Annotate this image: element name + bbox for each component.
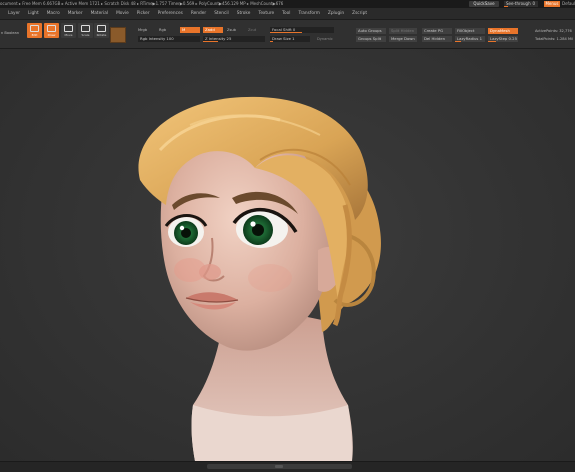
see-through-value: 0 (532, 1, 535, 6)
lazy-step-slider[interactable]: LazyStep 0.25 (488, 36, 518, 42)
fill-object-button[interactable]: FillObject (455, 28, 485, 34)
default-button[interactable]: Defaul (562, 1, 575, 7)
material-swatch[interactable] (110, 27, 126, 43)
m-button[interactable]: M (180, 27, 200, 33)
lazy-step-fill (488, 41, 496, 42)
menu-item[interactable]: Stencil (214, 8, 229, 19)
menu-item[interactable]: Macro (47, 8, 60, 19)
menu-item[interactable]: Marker (68, 8, 83, 19)
bottom-bar (0, 461, 575, 472)
z-intensity-fill (203, 41, 218, 42)
menu-item[interactable]: Preferences (158, 8, 183, 19)
status-text: ocument ▸ Free Mem 6.667GB ▸ Active Mem … (0, 1, 284, 6)
zadd-button[interactable]: Zadd (203, 27, 223, 33)
zcut-button[interactable]: Zcut (248, 28, 256, 32)
menu-item[interactable]: Light (28, 8, 39, 19)
status-bar: ocument ▸ Free Mem 6.667GB ▸ Active Mem … (0, 0, 575, 8)
boolean-label: n Boolean (1, 31, 19, 35)
menus-button[interactable]: Menus (544, 1, 560, 7)
dynamesh-button[interactable]: DynaMesh (488, 28, 518, 34)
draw-tool-button[interactable]: Draw (44, 23, 59, 38)
canvas-viewport[interactable] (0, 49, 575, 461)
scale-icon (81, 25, 90, 32)
menu-item[interactable]: Tool (282, 8, 290, 19)
menu-item[interactable]: Texture (258, 8, 274, 19)
zsub-button[interactable]: Zsub (227, 28, 236, 32)
scale-tool-button[interactable]: Scale (78, 23, 93, 38)
lazy-radius-fill (455, 41, 461, 42)
auto-groups-button[interactable]: Auto Groups (356, 28, 386, 34)
draw-tool-label: Draw (47, 33, 56, 37)
draw-icon (47, 25, 56, 32)
edit-tool-label: Edit (31, 33, 38, 37)
groups-split-button[interactable]: Groups Split (356, 36, 386, 42)
menu-item[interactable]: Material (91, 8, 108, 19)
menu-item[interactable]: Transform (299, 8, 320, 19)
draw-size-label: Draw Size 1 (272, 36, 295, 41)
menu-item[interactable]: Render (191, 8, 206, 19)
mrgb-label[interactable]: Mrgb (138, 28, 147, 32)
menu-bar: Layer Light Macro Marker Material Movie Picker… (0, 8, 575, 20)
menu-item[interactable]: Stroke (237, 8, 251, 19)
horizontal-scrollbar[interactable] (207, 464, 352, 469)
draw-size-slider[interactable]: Draw Size 1 (270, 36, 310, 42)
rgb-label[interactable]: Rgb (159, 28, 166, 32)
focal-shift-slider[interactable]: Focal Shift 0 (270, 27, 334, 33)
rgb-intensity-label: Rgb Intensity 100 (140, 36, 174, 41)
menu-item[interactable]: Zplugin (328, 8, 344, 19)
lazy-radius-slider[interactable]: LazyRadius 1 (455, 36, 485, 42)
menu-item[interactable]: Layer (8, 8, 20, 19)
menu-item[interactable]: Zscript (352, 8, 367, 19)
focal-shift-fill (270, 32, 302, 33)
move-tool-button[interactable]: Move (61, 23, 76, 38)
toolbar: n Boolean Edit Draw Move Scale Rotate (0, 20, 575, 49)
see-through-label: See-through (506, 1, 531, 6)
move-tool-label: Move (64, 33, 73, 37)
quicksave-button[interactable]: QuickSave (469, 1, 499, 7)
split-hidden-button[interactable]: Split Hidden (389, 28, 417, 34)
move-icon (64, 25, 73, 32)
active-points-readout: ActivePoints: 32,776 (535, 29, 572, 33)
merge-down-button[interactable]: Merge Down (389, 36, 417, 42)
edit-tool-button[interactable]: Edit (27, 23, 42, 38)
rotate-tool-button[interactable]: Rotate (94, 23, 109, 38)
dynamic-toggle[interactable]: Dynamic (317, 37, 333, 41)
del-hidden-button[interactable]: Del Hidden (422, 36, 452, 42)
z-intensity-slider[interactable]: Z Intensity 25 (203, 36, 265, 42)
scale-tool-label: Scale (81, 33, 90, 37)
menu-item[interactable]: Picker (137, 8, 150, 19)
scroll-grip[interactable] (275, 465, 283, 468)
rotate-icon (97, 25, 106, 32)
create-pg-button[interactable]: Create PG (422, 28, 452, 34)
menu-item[interactable]: Movie (116, 8, 129, 19)
rgb-intensity-slider[interactable]: Rgb Intensity 100 (138, 36, 200, 42)
draw-size-fill (270, 41, 273, 42)
sculpt-model (138, 96, 381, 461)
edit-icon (30, 25, 39, 32)
total-points-readout: TotalPoints: 1.284 Mil (535, 37, 574, 41)
see-through-slider[interactable]: See-through 0 (504, 1, 538, 7)
rotate-tool-label: Rotate (96, 33, 107, 37)
see-through-fill (504, 6, 508, 7)
